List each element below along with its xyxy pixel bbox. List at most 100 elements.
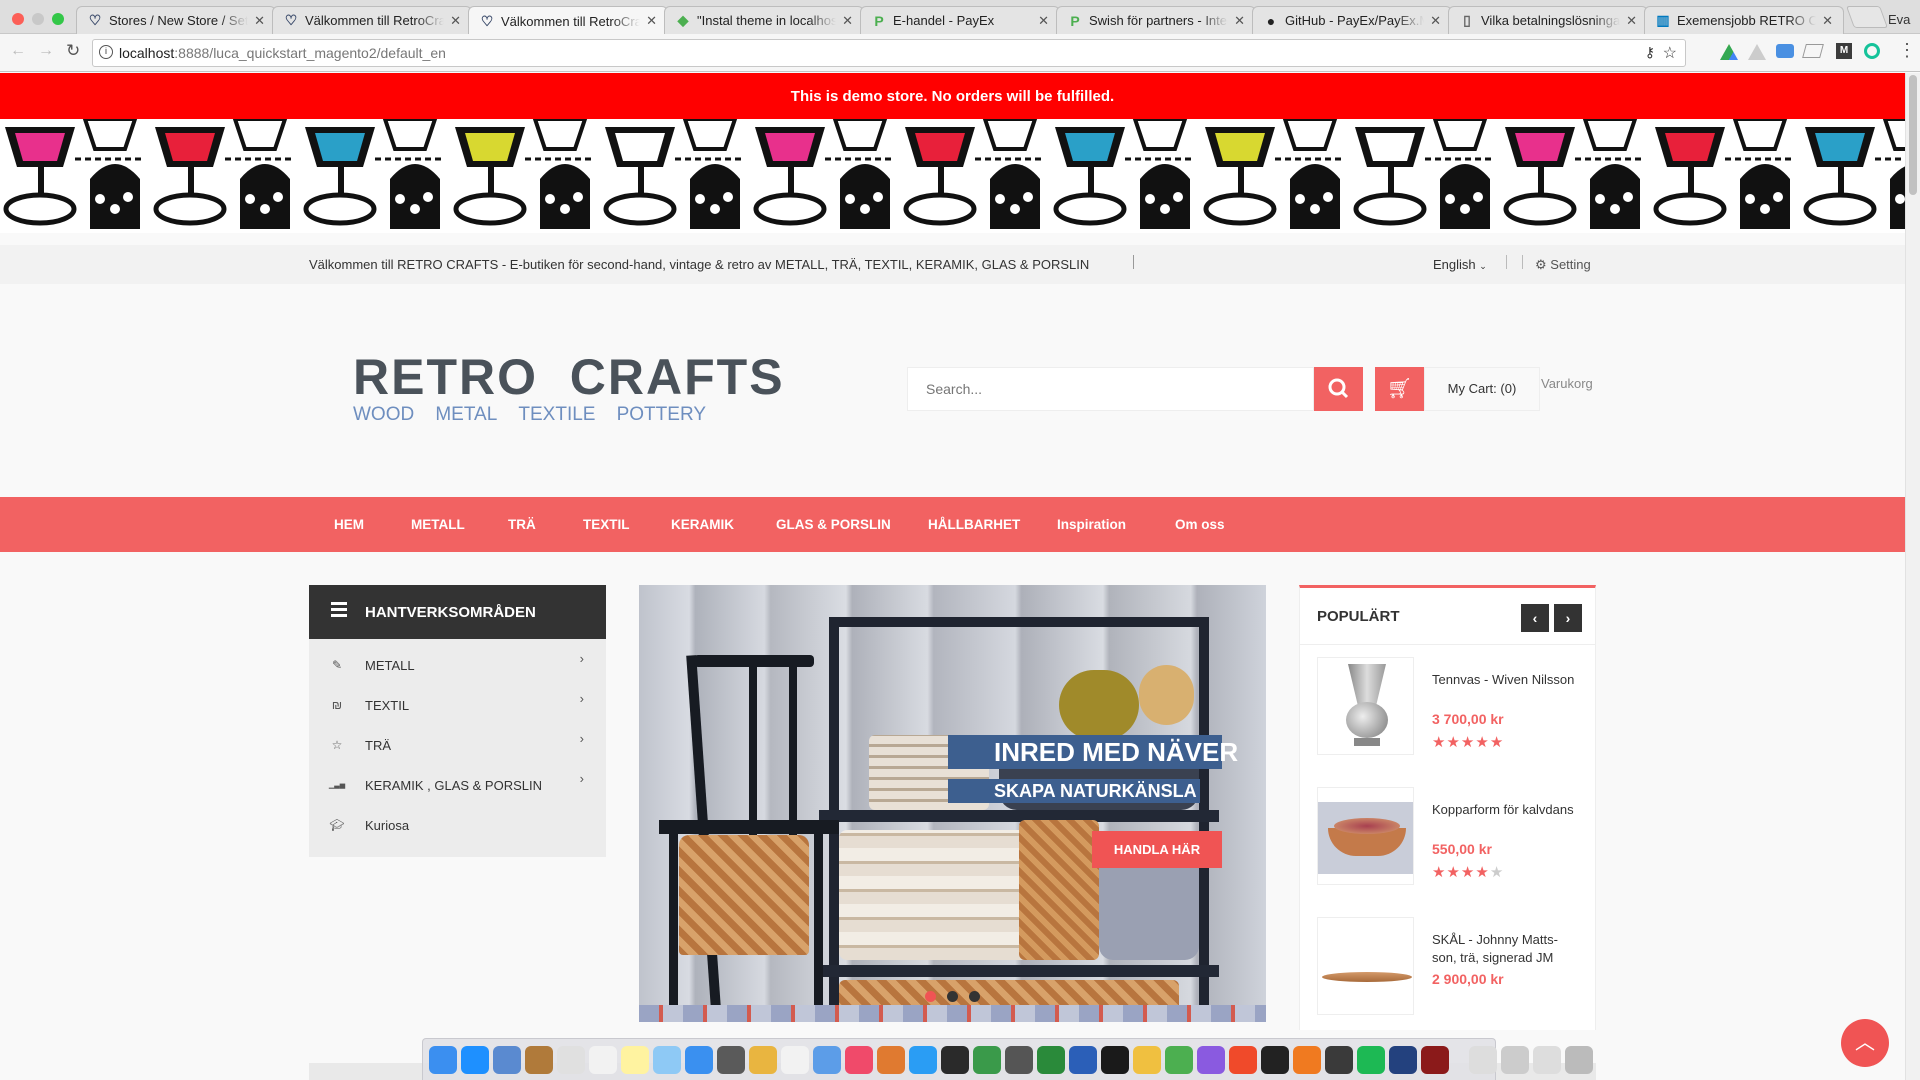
close-window-button[interactable]	[12, 13, 24, 25]
sidebar-item[interactable]: ☆ TRÄ ›	[309, 725, 606, 765]
dock-app-icon[interactable]	[525, 1045, 553, 1074]
m-extension-icon[interactable]: M	[1836, 43, 1852, 59]
dock-app-icon[interactable]	[909, 1045, 937, 1074]
sidebar-item[interactable]: 🎓︎ Kuriosa	[309, 805, 606, 845]
product-name[interactable]: SKÅL - Johnny Matts-son, trä, signerad J…	[1432, 931, 1582, 967]
browser-tab[interactable]: ▯ Vilka betalningslösningar ✕	[1448, 6, 1648, 34]
close-tab-icon[interactable]: ✕	[1822, 13, 1833, 29]
shop-now-button[interactable]: HANDLA HÄR	[1092, 831, 1222, 868]
dock-app-icon[interactable]	[1421, 1045, 1449, 1074]
drive-grey-icon[interactable]	[1748, 44, 1766, 60]
sidebar-item[interactable]: ▁▃▅ KERAMIK , GLAS & PORSLIN ›	[309, 765, 606, 805]
sidebar-header[interactable]: HANTVERKSOMRÅDEN	[309, 585, 606, 639]
logo[interactable]: RETRO CRAFTS WOOD METAL TEXTILE POTTERY	[353, 352, 785, 426]
dock-app-icon[interactable]	[1389, 1045, 1417, 1074]
dock-app-icon[interactable]	[1197, 1045, 1225, 1074]
dock-app-icon[interactable]	[1165, 1045, 1193, 1074]
dock-app-icon[interactable]	[1325, 1045, 1353, 1074]
close-tab-icon[interactable]: ✕	[1626, 13, 1637, 29]
product-image[interactable]	[1317, 917, 1414, 1015]
nav-item[interactable]: Om oss	[1175, 497, 1225, 552]
profile-name[interactable]: Eva	[1888, 12, 1910, 27]
scroll-to-top-button[interactable]: ︿	[1841, 1019, 1889, 1067]
slider-dot[interactable]	[947, 991, 958, 1002]
close-tab-icon[interactable]: ✕	[450, 13, 461, 29]
extension-icon[interactable]	[1776, 44, 1794, 58]
close-tab-icon[interactable]: ✕	[254, 13, 265, 29]
dock-app-icon[interactable]	[717, 1045, 745, 1074]
language-switcher[interactable]: English ⌄	[1433, 257, 1487, 272]
dock-app-icon[interactable]	[845, 1045, 873, 1074]
dock-app-icon[interactable]	[1133, 1045, 1161, 1074]
dock-app-icon[interactable]	[429, 1045, 457, 1074]
product-name[interactable]: Tennvas - Wiven Nilsson	[1432, 671, 1582, 689]
screenshot-extension-icon[interactable]	[1802, 44, 1824, 58]
dock-app-icon[interactable]	[781, 1045, 809, 1074]
scrollbar-thumb[interactable]	[1909, 75, 1917, 195]
key-icon[interactable]: ⚷	[1645, 44, 1655, 61]
dock-app-icon[interactable]	[557, 1045, 585, 1074]
dock-app-icon[interactable]	[1293, 1045, 1321, 1074]
close-tab-icon[interactable]: ✕	[1430, 13, 1441, 29]
nav-item[interactable]: TRÄ	[508, 497, 536, 552]
dock-app-icon[interactable]	[1533, 1045, 1561, 1074]
product-item[interactable]: Tennvas - Wiven Nilsson 3 700,00 kr ★★★★…	[1317, 657, 1587, 757]
minimize-window-button[interactable]	[32, 13, 44, 25]
nav-item[interactable]: HEM	[334, 497, 364, 552]
product-item[interactable]: Kopparform för kalvdans 550,00 kr ★★★★★	[1317, 787, 1587, 887]
url-input[interactable]: i localhost:8888/luca_quickstart_magento…	[92, 39, 1686, 67]
browser-tab[interactable]: ● GitHub - PayEx/PayEx.M ✕	[1252, 6, 1452, 34]
dock-app-icon[interactable]	[653, 1045, 681, 1074]
search-input[interactable]	[907, 367, 1314, 411]
dock-app-icon[interactable]	[1565, 1045, 1593, 1074]
product-image[interactable]	[1317, 657, 1414, 755]
nav-item[interactable]: TEXTIL	[583, 497, 630, 552]
nav-item[interactable]: KERAMIK	[671, 497, 734, 552]
sidebar-item[interactable]: ✎ METALL ›	[309, 645, 606, 685]
browser-tab[interactable]: ♡ Välkommen till RetroCraf ✕	[468, 6, 668, 35]
dock-app-icon[interactable]	[1469, 1045, 1497, 1074]
info-icon[interactable]: i	[99, 45, 113, 59]
browser-tab[interactable]: ◆ "Instal theme in localhos ✕	[664, 6, 864, 34]
reload-icon[interactable]: ↻	[66, 41, 80, 61]
dock-app-icon[interactable]	[1501, 1045, 1529, 1074]
back-icon[interactable]: ←	[10, 42, 26, 60]
product-item[interactable]: SKÅL - Johnny Matts-son, trä, signerad J…	[1317, 917, 1587, 1017]
dock-app-icon[interactable]	[589, 1045, 617, 1074]
product-image[interactable]	[1317, 787, 1414, 885]
sidebar-item[interactable]: ₪ TEXTIL ›	[309, 685, 606, 725]
page-scrollbar[interactable]	[1905, 73, 1920, 1080]
nav-item[interactable]: HÅLLBARHET	[928, 497, 1020, 552]
dock-app-icon[interactable]	[749, 1045, 777, 1074]
dock-app-icon[interactable]	[1261, 1045, 1289, 1074]
cart-button[interactable]: 🛒︎	[1375, 367, 1424, 411]
dock-app-icon[interactable]	[941, 1045, 969, 1074]
product-name[interactable]: Kopparform för kalvdans	[1432, 801, 1582, 819]
mini-cart[interactable]: My Cart: (0)	[1424, 367, 1540, 411]
dock-app-icon[interactable]	[1357, 1045, 1385, 1074]
dock-app-icon[interactable]	[1069, 1045, 1097, 1074]
setting-link[interactable]: ⚙ Setting	[1535, 257, 1591, 273]
hero-slider[interactable]: INRED MED NÄVER SKAPA NATURKÄNSLA HANDLA…	[639, 585, 1266, 1022]
browser-tab[interactable]: P E-handel - PayEx ✕	[860, 6, 1060, 34]
grammarly-icon[interactable]	[1864, 43, 1880, 59]
dock-app-icon[interactable]	[493, 1045, 521, 1074]
dock-app-icon[interactable]	[1101, 1045, 1129, 1074]
search-button[interactable]	[1314, 367, 1363, 411]
browser-menu-icon[interactable]: ⋮	[1898, 40, 1916, 61]
prev-button[interactable]: ‹	[1521, 604, 1549, 632]
nav-item[interactable]: GLAS & PORSLIN	[776, 497, 891, 552]
dock-app-icon[interactable]	[685, 1045, 713, 1074]
dock-app-icon[interactable]	[1229, 1045, 1257, 1074]
bookmark-star-icon[interactable]: ☆	[1663, 43, 1677, 63]
slider-dot[interactable]	[969, 991, 980, 1002]
nav-item[interactable]: METALL	[411, 497, 465, 552]
nav-item[interactable]: Inspiration	[1057, 497, 1126, 552]
dock-app-icon[interactable]	[621, 1045, 649, 1074]
dock-app-icon[interactable]	[1037, 1045, 1065, 1074]
browser-tab[interactable]: ▥ Exemensjobb RETRO CR ✕	[1644, 6, 1844, 34]
close-tab-icon[interactable]: ✕	[842, 13, 853, 29]
close-tab-icon[interactable]: ✕	[646, 13, 657, 29]
slider-dot[interactable]	[925, 991, 936, 1002]
maximize-window-button[interactable]	[52, 13, 64, 25]
